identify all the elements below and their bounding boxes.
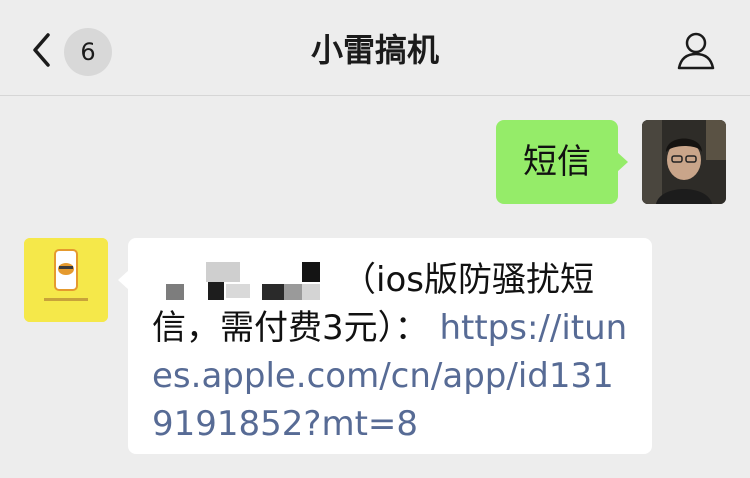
message-bubble-received[interactable]: （ios版防骚扰短信，需付费3元）： https://itunes.apple.… bbox=[118, 238, 652, 454]
message-bubble-sent[interactable]: 短信 bbox=[496, 120, 628, 204]
person-photo-icon bbox=[642, 120, 726, 204]
redacted-block bbox=[152, 261, 322, 302]
chat-title: 小雷搞机 bbox=[310, 31, 439, 69]
nav-bar: 6 小雷搞机 bbox=[0, 0, 750, 96]
phone-logo-icon bbox=[24, 238, 108, 322]
person-icon[interactable] bbox=[676, 30, 716, 70]
my-avatar[interactable] bbox=[642, 120, 726, 204]
sender-avatar[interactable] bbox=[24, 238, 108, 322]
